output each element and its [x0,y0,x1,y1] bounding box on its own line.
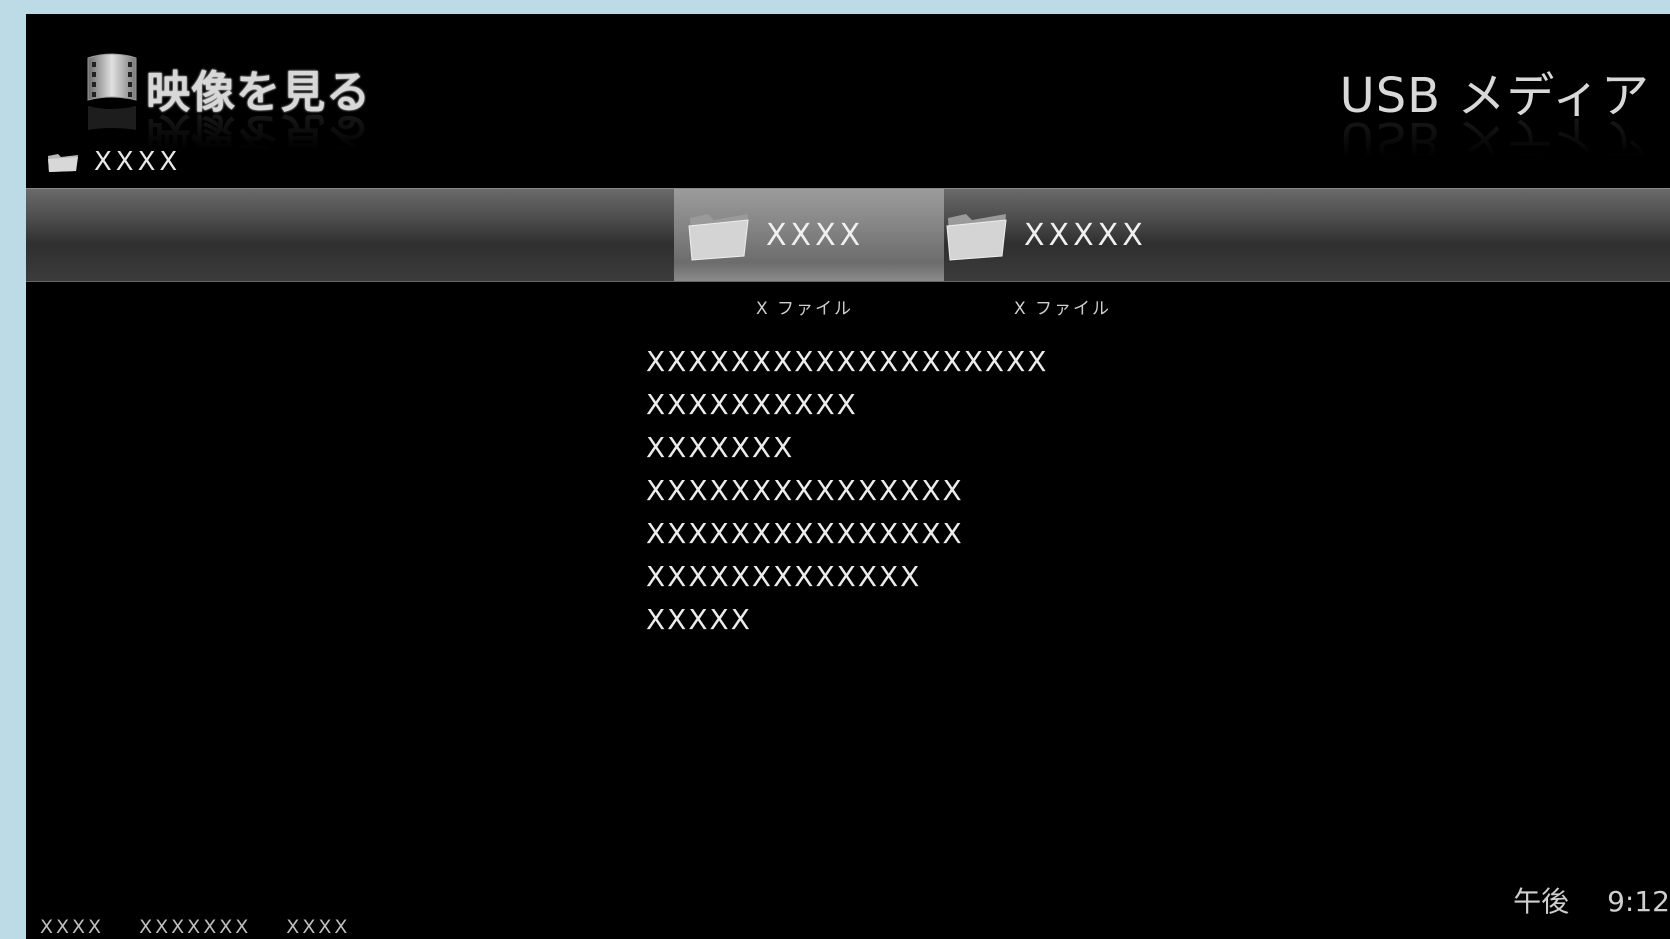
folder-label: XXXXX [1024,217,1147,253]
breadcrumb-path: XXXX [94,147,182,177]
footer-help: XXXX XXXXXXX XXXX [40,916,376,938]
folder-label: XXXX [766,217,865,253]
footer-help-item: XXXX [286,916,351,938]
folder-icon [48,154,78,172]
media-source-title-reflection: USB メディア [1339,111,1650,167]
folder-icon [946,214,1007,261]
list-item: XXXXXXX [646,431,795,464]
clock-ampm: 午後 [1513,885,1570,918]
clock-time: 9:12 [1607,885,1670,918]
list-item: XXXXXXXXXXXXXXX [646,474,964,507]
list-item: XXXXXXXXXXXXXXXXXXX [646,345,1049,378]
folder-tile-1[interactable]: XXXXX [932,189,1202,281]
folder-icon [688,214,749,261]
list-item: XXXXX [646,603,752,636]
list-item: XXXXXXXXXX [646,388,858,421]
footer-help-item: XXXX [40,916,105,938]
folder-file-count: X ファイル [1014,299,1112,319]
breadcrumb: XXXX [46,146,181,178]
footer-help-item: XXXXXXX [139,916,252,938]
folder-tile-0[interactable]: XXXX [674,189,944,281]
folder-file-count: X ファイル [756,299,854,319]
list-item: XXXXXXXXXXXXX [646,560,922,593]
list-item: XXXXXXXXXXXXXXX [646,517,964,550]
detail-list: XXXXXXXXXXXXXXXXXXX XXXXXXXXXX XXXXXXX X… [646,340,1048,641]
folder-carousel: XXXX XXXXX [26,188,1670,282]
film-reel-icon [87,53,137,130]
tv-screen: 映像を見る 映像を見る USB メディア USB メディア XXXX XXXX … [26,14,1670,939]
clock: 午後 9:12 [1513,880,1670,920]
